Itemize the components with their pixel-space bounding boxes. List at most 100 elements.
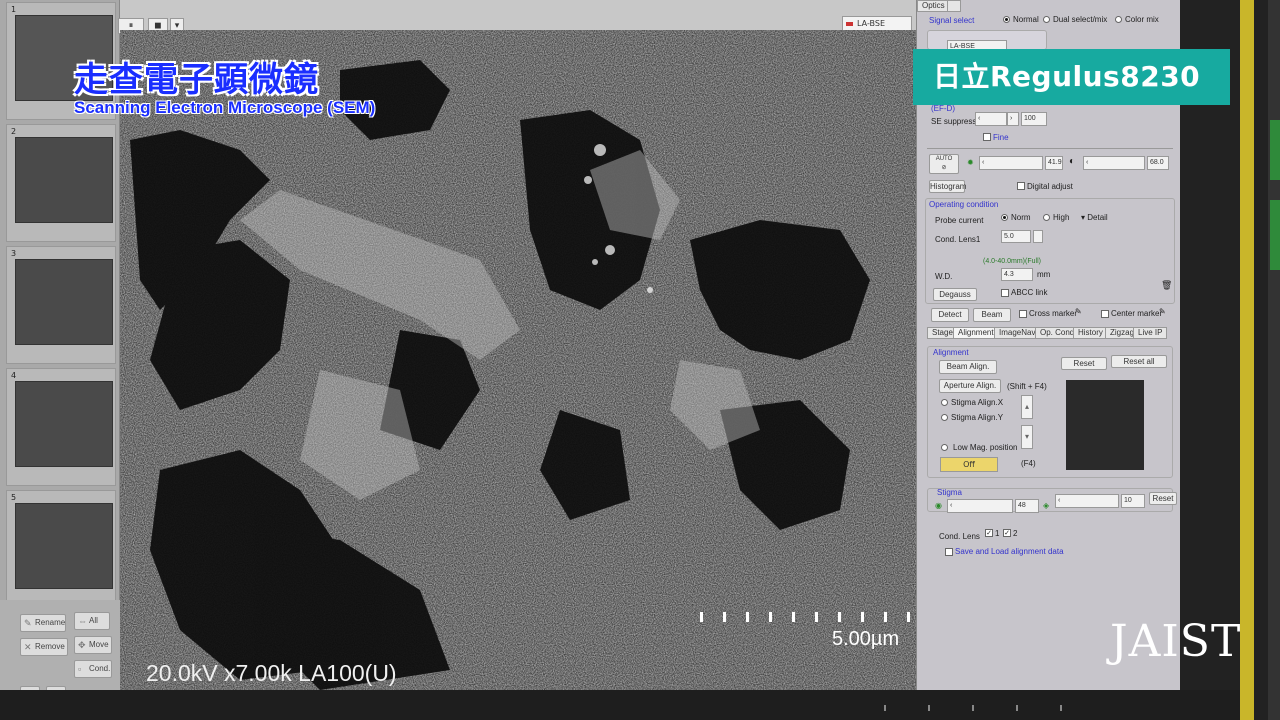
stigma-y-value[interactable]: 10 (1121, 494, 1145, 508)
se-suppress-right[interactable]: › (1007, 112, 1019, 126)
reset-all-button[interactable]: Reset all (1111, 355, 1167, 368)
bezel-button (1016, 705, 1018, 711)
se-suppress-value[interactable]: 100 (1021, 112, 1047, 126)
stigma-x-slider[interactable]: ‹ (947, 499, 1013, 513)
radio-high-label: High (1053, 213, 1070, 222)
stigma-title: Stigma (937, 488, 962, 497)
se-suppress-left[interactable]: ‹ (975, 112, 1007, 126)
move-icon: ✥ (78, 640, 86, 650)
tab-alignment[interactable]: Alignment (953, 327, 999, 339)
radio-high[interactable] (1043, 214, 1050, 221)
remove-button[interactable]: ✕ Remove (20, 638, 68, 656)
cond-lens-1-checkbox[interactable]: ✓ (985, 529, 993, 537)
save-load-checkbox[interactable] (945, 548, 953, 556)
thumbnail-number: 2 (11, 127, 17, 136)
center-marker-checkbox[interactable] (1101, 310, 1109, 318)
radio-stigma-x[interactable] (941, 399, 948, 406)
stigma-reset-button[interactable]: Reset (1149, 492, 1177, 505)
rename-button[interactable]: ✎ Rename (20, 614, 66, 632)
cond-lens-2-label: 2 (1013, 529, 1018, 538)
scale-tick (907, 612, 910, 622)
control-panel: Optics Signal select Normal Dual select/… (916, 0, 1180, 704)
detail-toggle[interactable]: ▾ Detail (1081, 213, 1108, 222)
monitor-bezel (1180, 0, 1280, 720)
stigma-y-slider[interactable]: ‹ (1055, 494, 1119, 508)
trash-icon[interactable]: 🗑 (1161, 280, 1172, 291)
sem-image-viewer[interactable] (120, 30, 932, 690)
cond-lens1-label: Cond. Lens1 (935, 235, 981, 244)
all-button[interactable]: ⇔ All (74, 612, 110, 630)
thumbnail-slot[interactable]: 4 (6, 368, 116, 486)
alignment-title: Alignment (933, 348, 969, 357)
align-up-button[interactable]: ▴ (1021, 395, 1033, 419)
thumbnail-slot[interactable]: 5 (6, 490, 116, 608)
tab-liveip[interactable]: Live IP (1133, 327, 1168, 339)
brightness-slider[interactable]: ‹ (979, 156, 1043, 170)
wd-value[interactable]: 4.3 (1001, 268, 1033, 281)
aperture-align-button[interactable]: Aperture Align. (939, 379, 1001, 393)
contrast-slider[interactable]: ‹ (1083, 156, 1145, 170)
background-green-marker (1270, 120, 1280, 180)
chevron-up-icon: ▴ (1024, 402, 1029, 411)
radio-normal[interactable] (1003, 16, 1010, 23)
radio-stigma-y[interactable] (941, 414, 948, 421)
f4-hint: (F4) (1021, 459, 1036, 468)
cond-icon: ▫ (78, 664, 82, 674)
cond-button[interactable]: ▫ Cond. (74, 660, 112, 678)
tab-extra[interactable] (947, 0, 961, 12)
contrast-value[interactable]: 68.0 (1147, 156, 1169, 170)
fine-checkbox[interactable] (983, 133, 991, 141)
scale-tick (884, 612, 887, 622)
align-down-button[interactable]: ▾ (1021, 425, 1033, 449)
beam-align-button[interactable]: Beam Align. (939, 360, 997, 374)
beam-button[interactable]: Beam (973, 308, 1011, 322)
thumbnail-slot[interactable]: 3 (6, 246, 116, 364)
cond-lens-2-checkbox[interactable]: ✓ (1003, 529, 1011, 537)
signal-select-title: Signal select (929, 16, 975, 25)
off-button[interactable]: Off (940, 457, 998, 472)
se-suppress-label: SE suppress (931, 117, 977, 126)
histogram-button[interactable]: Histogram (929, 180, 966, 193)
cross-marker-checkbox[interactable] (1019, 310, 1027, 318)
tab-history[interactable]: History (1073, 327, 1108, 339)
move-label: Move (89, 640, 109, 649)
digital-adjust-checkbox[interactable] (1017, 182, 1025, 190)
brand-badge: 日立Regulus8230 (913, 49, 1230, 105)
signal-color-icon (846, 22, 853, 26)
move-button[interactable]: ✥ Move (74, 636, 112, 654)
brightness-value[interactable]: 41.9 (1045, 156, 1063, 170)
auto-button[interactable]: AUTO ⊘ (929, 154, 959, 174)
bezel-button (884, 705, 886, 711)
thumbnail-slot[interactable]: 2 (6, 124, 116, 242)
radio-low-mag[interactable] (941, 444, 948, 451)
stigma-x-value[interactable]: 48 (1015, 499, 1039, 513)
alignment-preview (1066, 380, 1144, 470)
scale-tick (723, 612, 726, 622)
stigma-y-icon: ◈ (1043, 501, 1050, 510)
radio-dual[interactable] (1043, 16, 1050, 23)
tab-optics[interactable]: Optics (917, 0, 950, 12)
thumbnail-image (15, 381, 113, 467)
abcc-checkbox[interactable] (1001, 289, 1009, 297)
radio-color[interactable] (1115, 16, 1122, 23)
overlay-subtitle: Scanning Electron Microscope (SEM) (74, 98, 376, 117)
thumbnail-image (15, 259, 113, 345)
chevron-down-icon: ▾ (1024, 432, 1029, 441)
ef-head: (EF-D) (931, 104, 955, 113)
wd-unit: mm (1037, 270, 1051, 279)
degauss-button[interactable]: Degauss (933, 288, 977, 301)
cond-lens1-spin[interactable] (1033, 230, 1043, 243)
pencil-icon[interactable]: ✎ (1075, 307, 1082, 316)
reset-button[interactable]: Reset (1061, 357, 1107, 370)
scale-label: 5.00µm (832, 628, 900, 650)
detect-button[interactable]: Detect (931, 308, 969, 322)
cond-lens1-value[interactable]: 5.0 (1001, 230, 1031, 243)
pencil-icon[interactable]: ✎ (1159, 307, 1166, 316)
thumbnail-image (15, 503, 113, 589)
viewer-toolbar (120, 0, 916, 34)
stigma-y-label: Stigma Align.Y (951, 413, 1004, 422)
wd-range: (4.0-40.0mm)(Full) (983, 258, 1041, 265)
scale-tick (700, 612, 703, 622)
signal-indicator-label: LA-BSE (857, 19, 886, 28)
radio-norm[interactable] (1001, 214, 1008, 221)
